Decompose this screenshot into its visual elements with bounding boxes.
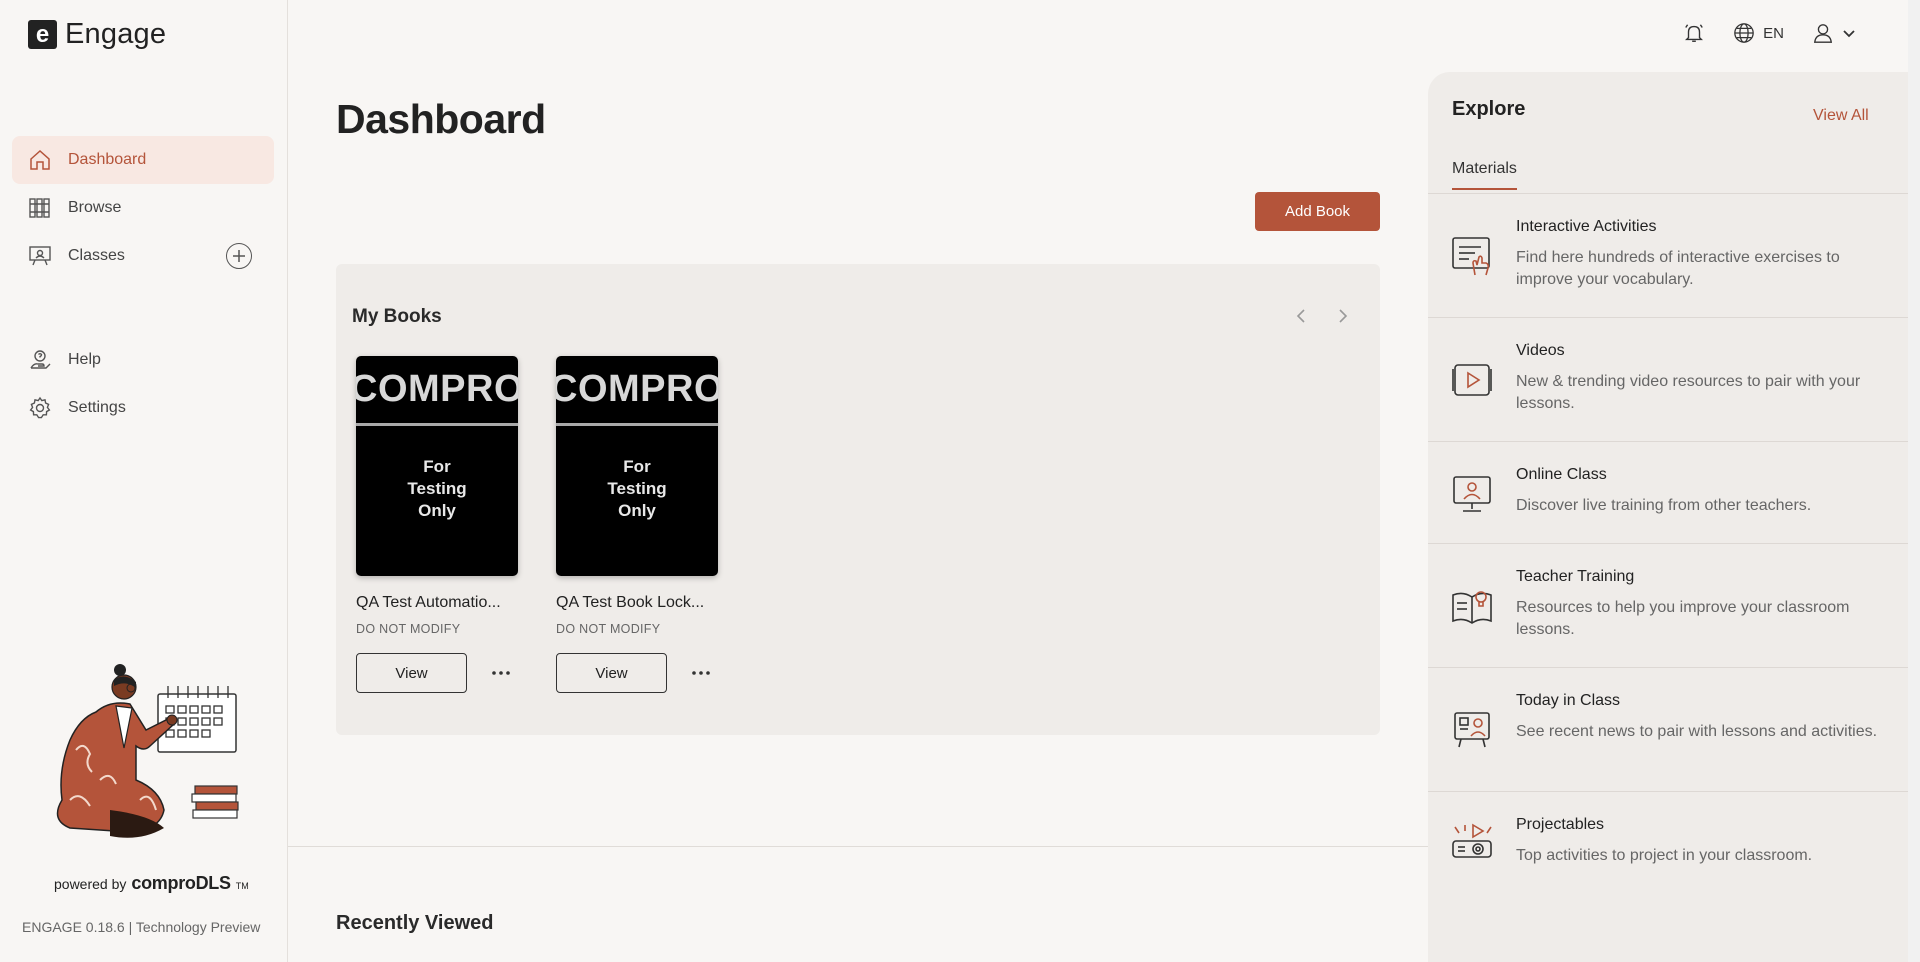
- sidebar-item-settings[interactable]: Settings: [12, 384, 274, 432]
- explore-item-title: Online Class: [1516, 466, 1607, 483]
- add-class-button[interactable]: [226, 243, 252, 269]
- explore-item-desc: Find here hundreds of interactive exerci…: [1516, 249, 1840, 288]
- explore-tabs: Materials: [1428, 152, 1908, 194]
- user-icon: [1813, 24, 1833, 43]
- carousel-prev-button[interactable]: [1290, 304, 1314, 328]
- sidebar-item-label: Help: [68, 351, 101, 368]
- more-options-button[interactable]: [689, 661, 713, 685]
- sidebar: e Engage Dashboard Browse Classes Help S…: [0, 0, 288, 962]
- app-name: Engage: [65, 18, 167, 50]
- books-icon: [28, 196, 52, 220]
- section-divider: [288, 846, 1428, 847]
- explore-item-title: Projectables: [1516, 816, 1605, 833]
- my-books-title: My Books: [352, 306, 442, 327]
- my-books-panel: My Books COMPRO For Testing Only QA Test…: [336, 264, 1380, 735]
- explore-item-desc: New & trending video resources to pair w…: [1516, 373, 1861, 412]
- page-scrollbar[interactable]: [1908, 0, 1920, 962]
- book-subtitle: DO NOT MODIFY: [356, 622, 461, 636]
- today-in-class-icon: [1450, 708, 1494, 752]
- cover-text: For Testing Only: [607, 457, 667, 520]
- explore-item-videos[interactable]: Videos New & trending video resources to…: [1428, 318, 1908, 442]
- explore-item-today-in-class[interactable]: Today in Class See recent news to pair w…: [1428, 668, 1908, 792]
- explore-item-desc: Top activities to project in your classr…: [1516, 847, 1813, 864]
- explore-item-title: Teacher Training: [1516, 568, 1635, 585]
- help-icon: [28, 348, 52, 372]
- tab-materials[interactable]: Materials: [1452, 160, 1517, 190]
- book-card: COMPRO For Testing Only QA Test Automati…: [356, 356, 518, 693]
- chevron-left-icon: [1296, 309, 1305, 323]
- chevron-right-icon: [1339, 309, 1348, 323]
- recently-viewed-title: Recently Viewed: [336, 912, 494, 934]
- explore-item-title: Videos: [1516, 342, 1565, 359]
- explore-item-online-class[interactable]: Online Class Discover live training from…: [1428, 442, 1908, 544]
- globe-icon: [1734, 23, 1754, 43]
- logo-mark-icon: e: [28, 20, 57, 49]
- explore-item-teacher-training[interactable]: Teacher Training Resources to help you i…: [1428, 544, 1908, 668]
- sidebar-item-label: Dashboard: [68, 151, 147, 168]
- explore-item-projectables[interactable]: Projectables Top activities to project i…: [1428, 792, 1908, 902]
- teacher-training-icon: [1450, 584, 1494, 628]
- brand-name: comproDLS: [131, 873, 231, 893]
- sidebar-item-dashboard[interactable]: Dashboard: [12, 136, 274, 184]
- view-all-link[interactable]: View All: [1813, 107, 1869, 125]
- explore-item-desc: Resources to help you improve your class…: [1516, 599, 1850, 638]
- video-icon: [1450, 358, 1494, 402]
- carousel-next-button[interactable]: [1330, 304, 1354, 328]
- plus-icon: [233, 250, 245, 262]
- explore-item-interactive-activities[interactable]: Interactive Activities Find here hundred…: [1428, 194, 1908, 318]
- cover-brand: COMPRO: [556, 356, 718, 426]
- online-class-icon: [1450, 472, 1494, 516]
- trademark-mark: TM: [235, 881, 249, 891]
- page-title: Dashboard: [336, 96, 546, 142]
- notifications-button[interactable]: [1683, 22, 1705, 44]
- cover-text: For Testing Only: [407, 457, 467, 520]
- chevron-down-icon: [1843, 30, 1855, 38]
- sidebar-item-help[interactable]: Help: [12, 336, 274, 384]
- interactive-activities-icon: [1450, 234, 1494, 278]
- ellipsis-icon: [692, 671, 710, 675]
- top-bar: EN: [1683, 22, 1856, 44]
- sidebar-item-browse[interactable]: Browse: [12, 184, 274, 232]
- language-label: EN: [1763, 24, 1784, 42]
- book-title: QA Test Book Lock...: [556, 594, 705, 611]
- user-menu[interactable]: [1812, 22, 1856, 44]
- book-cover[interactable]: COMPRO For Testing Only: [556, 356, 718, 576]
- projector-icon: [1450, 820, 1494, 864]
- home-icon: [28, 148, 52, 172]
- bell-icon: [1685, 24, 1704, 42]
- classroom-icon: [28, 244, 52, 268]
- explore-item-desc: Discover live training from other teache…: [1516, 497, 1812, 514]
- explore-panel: Explore View All Materials Interactive A…: [1428, 72, 1908, 962]
- book-subtitle: DO NOT MODIFY: [556, 622, 661, 636]
- book-card: COMPRO For Testing Only QA Test Book Loc…: [556, 356, 718, 693]
- explore-item-title: Interactive Activities: [1516, 218, 1657, 235]
- explore-item-title: Today in Class: [1516, 692, 1621, 709]
- version-text: ENGAGE 0.18.6 | Technology Preview: [22, 919, 261, 935]
- powered-by: powered by comproDLS TM: [54, 873, 249, 894]
- sidebar-item-label: Settings: [68, 399, 126, 416]
- view-book-button[interactable]: View: [356, 653, 467, 693]
- more-options-button[interactable]: [489, 661, 513, 685]
- explore-item-desc: See recent news to pair with lessons and…: [1516, 723, 1878, 740]
- powered-by-label: powered by: [54, 876, 127, 892]
- gear-icon: [28, 396, 52, 420]
- language-selector[interactable]: EN: [1733, 22, 1784, 44]
- teacher-illustration: [56, 664, 239, 838]
- cover-brand: COMPRO: [356, 356, 518, 426]
- explore-title: Explore: [1452, 98, 1526, 120]
- add-book-button[interactable]: Add Book: [1255, 192, 1380, 231]
- sidebar-item-label: Classes: [68, 247, 125, 264]
- book-cover[interactable]: COMPRO For Testing Only: [356, 356, 518, 576]
- ellipsis-icon: [492, 671, 510, 675]
- sidebar-item-label: Browse: [68, 199, 122, 216]
- book-title: QA Test Automatio...: [356, 594, 501, 611]
- view-book-button[interactable]: View: [556, 653, 667, 693]
- app-logo[interactable]: e Engage: [28, 18, 166, 51]
